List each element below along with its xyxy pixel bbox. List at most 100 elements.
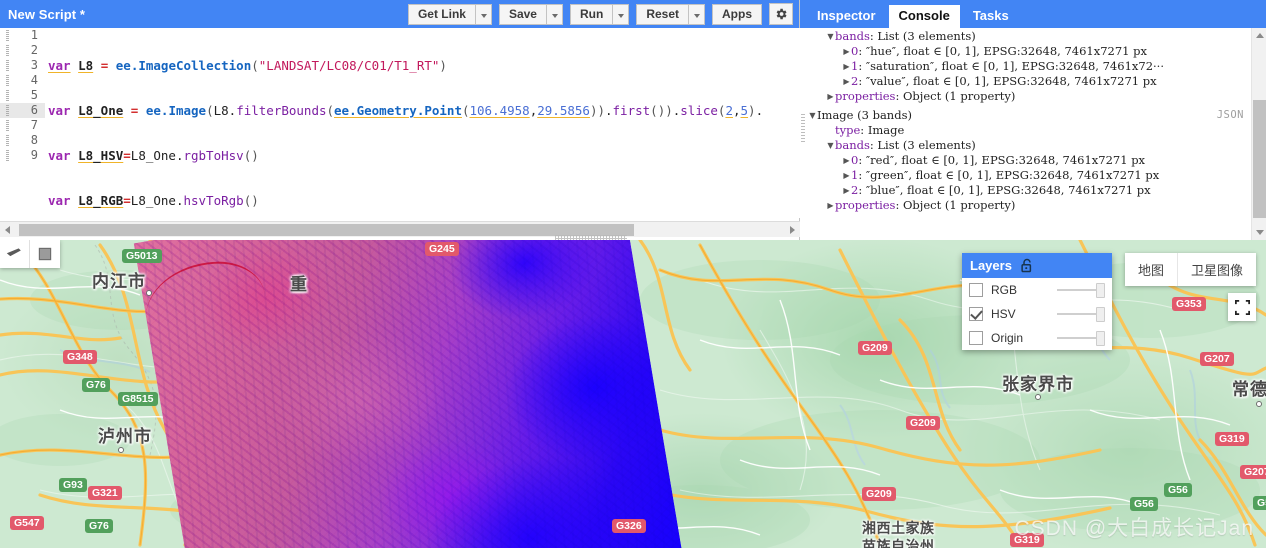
rectangle-draw-tool-button[interactable] bbox=[30, 240, 60, 268]
scrollbar-thumb[interactable] bbox=[1253, 100, 1266, 218]
console-row[interactable]: ▶0: ″hue″, float ∈ [0, 1], EPSG:32648, 7… bbox=[800, 44, 1266, 59]
code-area[interactable]: 1 2 3 4 5 6 7 8 9 var L8 = ee.ImageColle… bbox=[0, 28, 800, 218]
collapse-triangle-down-icon[interactable]: ▼ bbox=[808, 108, 817, 123]
collapse-triangle-down-icon[interactable]: ▼ bbox=[826, 29, 835, 44]
line-number-gutter: 1 2 3 4 5 6 7 8 9 bbox=[0, 28, 45, 218]
city-label: 泸州市 bbox=[98, 427, 152, 446]
layer-checkbox-hsv[interactable] bbox=[969, 307, 983, 321]
fullscreen-button[interactable] bbox=[1228, 293, 1256, 321]
map-type-satellite-button[interactable]: 卫星图像 bbox=[1178, 253, 1256, 286]
slider-track bbox=[1057, 337, 1097, 339]
console-row[interactable]: ▼bands: List (3 elements) bbox=[800, 138, 1266, 153]
gutter-marker-icon bbox=[6, 45, 9, 56]
line-number-row: 8 bbox=[0, 133, 45, 148]
code-line-4[interactable]: var L8_RGB=L8_One.hsvToRgb() bbox=[45, 193, 800, 208]
console-row: type: Image bbox=[800, 123, 1266, 138]
scroll-right-arrow-icon[interactable] bbox=[784, 222, 800, 238]
console-row[interactable]: ▶1: ″green″, float ∈ [0, 1], EPSG:32648,… bbox=[800, 168, 1266, 183]
city-marker-dot bbox=[1035, 394, 1041, 400]
city-label: 常德 bbox=[1232, 380, 1266, 399]
road-shield: G547 bbox=[10, 516, 44, 530]
console-row[interactable]: ▶properties: Object (1 property) bbox=[800, 198, 1266, 213]
expand-triangle-right-icon[interactable]: ▶ bbox=[842, 74, 851, 89]
city-label: 苗族自治州 bbox=[862, 538, 935, 548]
expand-triangle-right-icon[interactable]: ▶ bbox=[826, 89, 835, 104]
road-shield: G93 bbox=[59, 478, 87, 492]
code-line-3[interactable]: var L8_HSV=L8_One.rgbToHsv() bbox=[45, 148, 800, 163]
map-viewport[interactable]: Layers RGB HSV Origin 地图 卫星图像 内江市 重 泸州市 … bbox=[0, 240, 1266, 548]
pan-hand-icon bbox=[6, 248, 21, 257]
layer-checkbox-origin[interactable] bbox=[969, 331, 983, 345]
road-shield: G207 bbox=[1240, 465, 1266, 479]
reset-dropdown-arrow-icon[interactable] bbox=[688, 3, 705, 25]
road-shield: G319 bbox=[1010, 533, 1044, 547]
scrollbar-thumb[interactable] bbox=[19, 223, 634, 236]
layer-checkbox-rgb[interactable] bbox=[969, 283, 983, 297]
console-vertical-scrollbar[interactable] bbox=[1251, 28, 1266, 240]
save-dropdown-arrow-icon[interactable] bbox=[545, 3, 563, 25]
apps-button[interactable]: Apps bbox=[712, 3, 762, 25]
console-row[interactable]: ▶properties: Object (1 property) bbox=[800, 89, 1266, 104]
expand-triangle-right-icon[interactable]: ▶ bbox=[826, 198, 835, 213]
reset-group: Reset bbox=[636, 3, 705, 25]
line-number-row: 5 bbox=[0, 88, 45, 103]
console-row[interactable]: ▶2: ″value″, float ∈ [0, 1], EPSG:32648,… bbox=[800, 74, 1266, 89]
layer-opacity-slider-origin[interactable] bbox=[1057, 331, 1105, 346]
scroll-down-arrow-icon[interactable] bbox=[1252, 225, 1266, 240]
reset-button[interactable]: Reset bbox=[636, 3, 688, 25]
expand-triangle-right-icon[interactable]: ▶ bbox=[842, 44, 851, 59]
code-line-1[interactable]: var L8 = ee.ImageCollection("LANDSAT/LC0… bbox=[45, 58, 800, 73]
gutter-marker-icon bbox=[6, 120, 9, 131]
gutter-marker-icon bbox=[6, 90, 9, 101]
layer-opacity-slider-hsv[interactable] bbox=[1057, 307, 1105, 322]
pan-hand-tool-button[interactable] bbox=[0, 240, 30, 268]
road-shield: G326 bbox=[612, 519, 646, 533]
line-number-row: 9 bbox=[0, 148, 45, 163]
scroll-left-arrow-icon[interactable] bbox=[0, 222, 16, 238]
console-tab-bar: Inspector Console Tasks bbox=[800, 0, 1266, 28]
slider-knob[interactable] bbox=[1096, 331, 1105, 346]
line-number-row-active: 6 bbox=[0, 103, 45, 118]
expand-triangle-right-icon[interactable]: ▶ bbox=[842, 59, 851, 74]
get-link-button[interactable]: Get Link bbox=[407, 3, 475, 25]
gear-icon bbox=[776, 8, 787, 20]
line-number-row: 2 bbox=[0, 43, 45, 58]
city-marker-dot bbox=[146, 290, 152, 296]
slider-knob[interactable] bbox=[1096, 307, 1105, 322]
map-type-roadmap-button[interactable]: 地图 bbox=[1125, 253, 1178, 286]
tab-tasks[interactable]: Tasks bbox=[963, 5, 1019, 28]
top-panels: New Script * Get Link Save Run Reset App… bbox=[0, 0, 1266, 243]
script-title: New Script * bbox=[8, 6, 86, 22]
code-lines[interactable]: var L8 = ee.ImageCollection("LANDSAT/LC0… bbox=[45, 28, 800, 218]
scrollbar-track[interactable] bbox=[16, 222, 784, 238]
console-row[interactable]: ▼bands: List (3 elements) bbox=[800, 29, 1266, 44]
tab-inspector[interactable]: Inspector bbox=[807, 5, 886, 28]
console-row[interactable]: ▶0: ″red″, float ∈ [0, 1], EPSG:32648, 7… bbox=[800, 153, 1266, 168]
expand-triangle-right-icon[interactable]: ▶ bbox=[842, 153, 851, 168]
map-draw-tools bbox=[0, 240, 60, 268]
editor-horizontal-scrollbar[interactable] bbox=[0, 221, 800, 237]
console-value: Image (3 bands) bbox=[817, 108, 912, 122]
run-button[interactable]: Run bbox=[569, 3, 613, 25]
code-line-2[interactable]: var L8_One = ee.Image(L8.filterBounds(ee… bbox=[45, 103, 800, 118]
get-link-dropdown-arrow-icon[interactable] bbox=[474, 3, 492, 25]
save-group: Save bbox=[498, 3, 563, 25]
unlocked-padlock-icon[interactable] bbox=[1020, 258, 1034, 273]
json-link[interactable]: JSON bbox=[1217, 108, 1244, 123]
console-row[interactable]: ▶2: ″blue″, float ∈ [0, 1], EPSG:32648, … bbox=[800, 183, 1266, 198]
scroll-up-arrow-icon[interactable] bbox=[1252, 28, 1266, 43]
run-dropdown-arrow-icon[interactable] bbox=[612, 3, 630, 25]
layer-opacity-slider-rgb[interactable] bbox=[1057, 283, 1105, 298]
expand-triangle-right-icon[interactable]: ▶ bbox=[842, 168, 851, 183]
settings-gear-button[interactable] bbox=[769, 3, 793, 25]
tab-console[interactable]: Console bbox=[888, 5, 960, 28]
slider-knob[interactable] bbox=[1096, 283, 1105, 298]
line-number: 5 bbox=[30, 88, 38, 102]
road-shield: G209 bbox=[906, 416, 940, 430]
console-row-image-header[interactable]: ▼Image (3 bands) JSON bbox=[800, 108, 1266, 123]
save-button[interactable]: Save bbox=[498, 3, 546, 25]
expand-triangle-right-icon[interactable]: ▶ bbox=[842, 183, 851, 198]
collapse-triangle-down-icon[interactable]: ▼ bbox=[826, 138, 835, 153]
road-shield: G319 bbox=[1215, 432, 1249, 446]
console-row[interactable]: ▶1: ″saturation″, float ∈ [0, 1], EPSG:3… bbox=[800, 59, 1266, 74]
